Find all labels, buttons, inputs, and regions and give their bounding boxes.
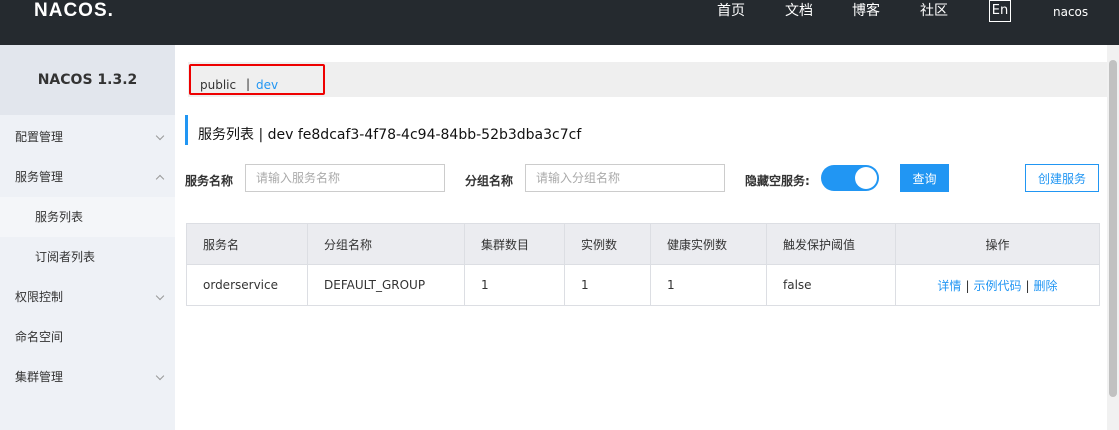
sidebar-item-label: 订阅者列表	[35, 250, 96, 264]
sidebar-item-subscribers[interactable]: 订阅者列表	[0, 237, 175, 277]
hide-empty-label: 隐藏空服务:	[745, 174, 810, 188]
sidebar-item-label: 权限控制	[15, 290, 64, 304]
query-button[interactable]: 查询	[900, 164, 949, 192]
chevron-down-icon	[155, 371, 165, 381]
sidebar-item-service[interactable]: 服务管理	[0, 157, 175, 197]
group-name-input[interactable]	[525, 164, 725, 192]
nav-home[interactable]: 首页	[717, 3, 745, 19]
annotation-highlight-box	[189, 64, 325, 95]
nav-blog[interactable]: 博客	[852, 3, 880, 19]
sidebar-item-label: 服务列表	[35, 210, 84, 224]
chevron-up-icon	[155, 174, 165, 184]
scrollbar-thumb[interactable]	[1109, 60, 1117, 397]
cell-cluster-count: 1	[464, 264, 565, 306]
sidebar-item-namespace[interactable]: 命名空间	[0, 317, 175, 357]
sidebar-item-label: 命名空间	[15, 330, 64, 344]
chevron-down-icon	[155, 131, 165, 141]
sidebar-item-service-list[interactable]: 服务列表	[0, 197, 175, 237]
sidebar-version: NACOS 1.3.2	[0, 45, 175, 115]
chevron-down-icon	[155, 291, 165, 301]
cell-service-name: orderservice	[186, 264, 308, 306]
op-separator: |	[965, 278, 970, 293]
column-header: 实例数	[564, 223, 651, 265]
title-accent-bar	[185, 115, 188, 145]
column-header: 触发保护阈值	[766, 223, 896, 265]
nacos-logo[interactable]: NACOS.	[34, 0, 114, 22]
service-name-label: 服务名称	[185, 174, 234, 188]
cell-protect-threshold: false	[766, 264, 896, 306]
op-separator: |	[1025, 278, 1030, 293]
sidebar-item-auth[interactable]: 权限控制	[0, 277, 175, 317]
cell-operations: 详情 | 示例代码 | 删除	[895, 264, 1100, 306]
sidebar-item-label: 配置管理	[15, 130, 64, 144]
column-header: 分组名称	[307, 223, 465, 265]
language-switch[interactable]: En	[989, 0, 1011, 22]
sidebar: NACOS 1.3.2 配置管理 服务管理 服务列表 订阅者列表 权限控制 命名…	[0, 45, 175, 430]
delete-link[interactable]: 删除	[1034, 279, 1058, 293]
column-header: 操作	[895, 223, 1100, 265]
sidebar-item-cluster[interactable]: 集群管理	[0, 357, 175, 397]
table-header-row: 服务名 分组名称 集群数目 实例数 健康实例数 触发保护阈值 操作	[186, 223, 1100, 265]
create-service-button[interactable]: 创建服务	[1025, 164, 1099, 192]
sidebar-item-label: 集群管理	[15, 370, 64, 384]
sidebar-item-config[interactable]: 配置管理	[0, 117, 175, 157]
column-header: 服务名	[186, 223, 308, 265]
page-title: 服务列表 | dev fe8dcaf3-4f78-4c94-84bb-52b3d…	[198, 127, 582, 143]
service-table: 服务名 分组名称 集群数目 实例数 健康实例数 触发保护阈值 操作 orders…	[186, 223, 1100, 306]
detail-link[interactable]: 详情	[937, 279, 961, 293]
sidebar-item-label: 服务管理	[15, 170, 64, 184]
cell-group-name: DEFAULT_GROUP	[307, 264, 465, 306]
sample-code-link[interactable]: 示例代码	[973, 279, 1021, 293]
service-name-input[interactable]	[245, 164, 445, 192]
cell-instance-count: 1	[564, 264, 651, 306]
top-header: NACOS. 首页 文档 博客 社区 En nacos	[0, 0, 1119, 45]
cell-healthy-count: 1	[650, 264, 767, 306]
user-name[interactable]: nacos	[1053, 5, 1088, 19]
column-header: 集群数目	[464, 223, 565, 265]
table-row: orderservice DEFAULT_GROUP 1 1 1 false 详…	[186, 264, 1100, 306]
nav-community[interactable]: 社区	[920, 3, 948, 19]
toggle-knob	[855, 167, 877, 189]
group-name-label: 分组名称	[465, 174, 514, 188]
namespace-bar	[188, 62, 1113, 97]
hide-empty-toggle[interactable]	[821, 165, 879, 191]
nav-docs[interactable]: 文档	[785, 3, 813, 19]
column-header: 健康实例数	[650, 223, 767, 265]
